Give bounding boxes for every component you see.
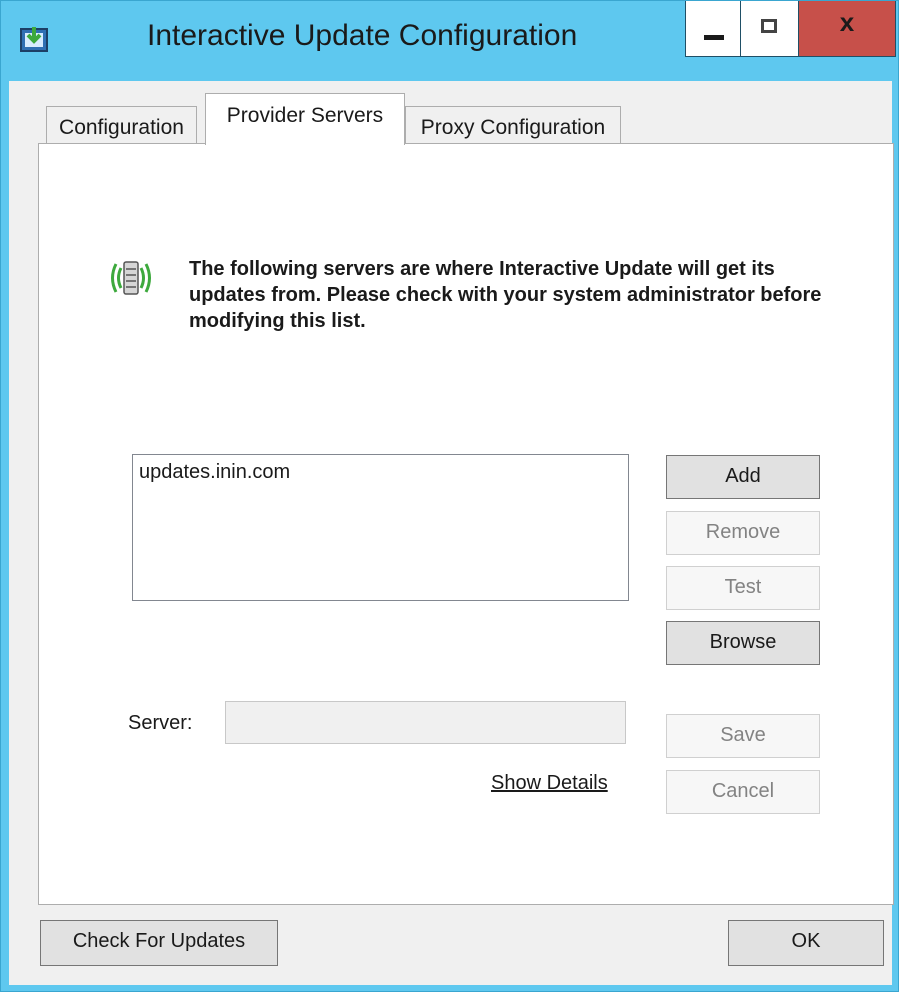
tab-label: Proxy Configuration (420, 116, 606, 139)
close-icon: x (839, 7, 855, 37)
check-for-updates-button[interactable]: Check For Updates (40, 920, 278, 966)
test-button[interactable]: Test (666, 566, 820, 610)
info-message: The following servers are where Interact… (189, 258, 822, 332)
maximize-icon (761, 19, 777, 33)
tab-provider-servers[interactable]: Provider Servers (205, 93, 405, 145)
server-signal-icon (111, 261, 151, 295)
save-button[interactable]: Save (666, 714, 820, 758)
browse-button[interactable]: Browse (666, 621, 820, 665)
minimize-button[interactable] (685, 1, 741, 57)
list-item[interactable]: updates.inin.com (139, 461, 290, 484)
title-bar[interactable]: Interactive Update Configuration x (1, 1, 899, 81)
ok-button[interactable]: OK (728, 920, 884, 966)
dialog-client-area: Configuration Provider Servers Proxy Con… (9, 81, 894, 985)
maximize-button[interactable] (741, 1, 799, 57)
app-window: Interactive Update Configuration x Confi… (0, 0, 899, 992)
tab-configuration[interactable]: Configuration (46, 106, 197, 144)
tab-panel: The following servers are where Interact… (38, 143, 894, 905)
minimize-icon (704, 35, 724, 40)
tab-label: Configuration (59, 116, 184, 139)
server-list[interactable]: updates.inin.com (132, 454, 629, 601)
cancel-button[interactable]: Cancel (666, 770, 820, 814)
add-button[interactable]: Add (666, 455, 820, 499)
update-app-icon (20, 27, 48, 52)
remove-button[interactable]: Remove (666, 511, 820, 555)
tab-proxy-configuration[interactable]: Proxy Configuration (405, 106, 621, 144)
tab-label: Provider Servers (226, 104, 384, 127)
show-details-link[interactable]: Show Details (491, 772, 608, 795)
server-input[interactable] (225, 701, 626, 744)
server-label: Server: (128, 712, 193, 734)
window-title: Interactive Update Configuration (147, 19, 578, 52)
close-button[interactable]: x (799, 1, 896, 57)
